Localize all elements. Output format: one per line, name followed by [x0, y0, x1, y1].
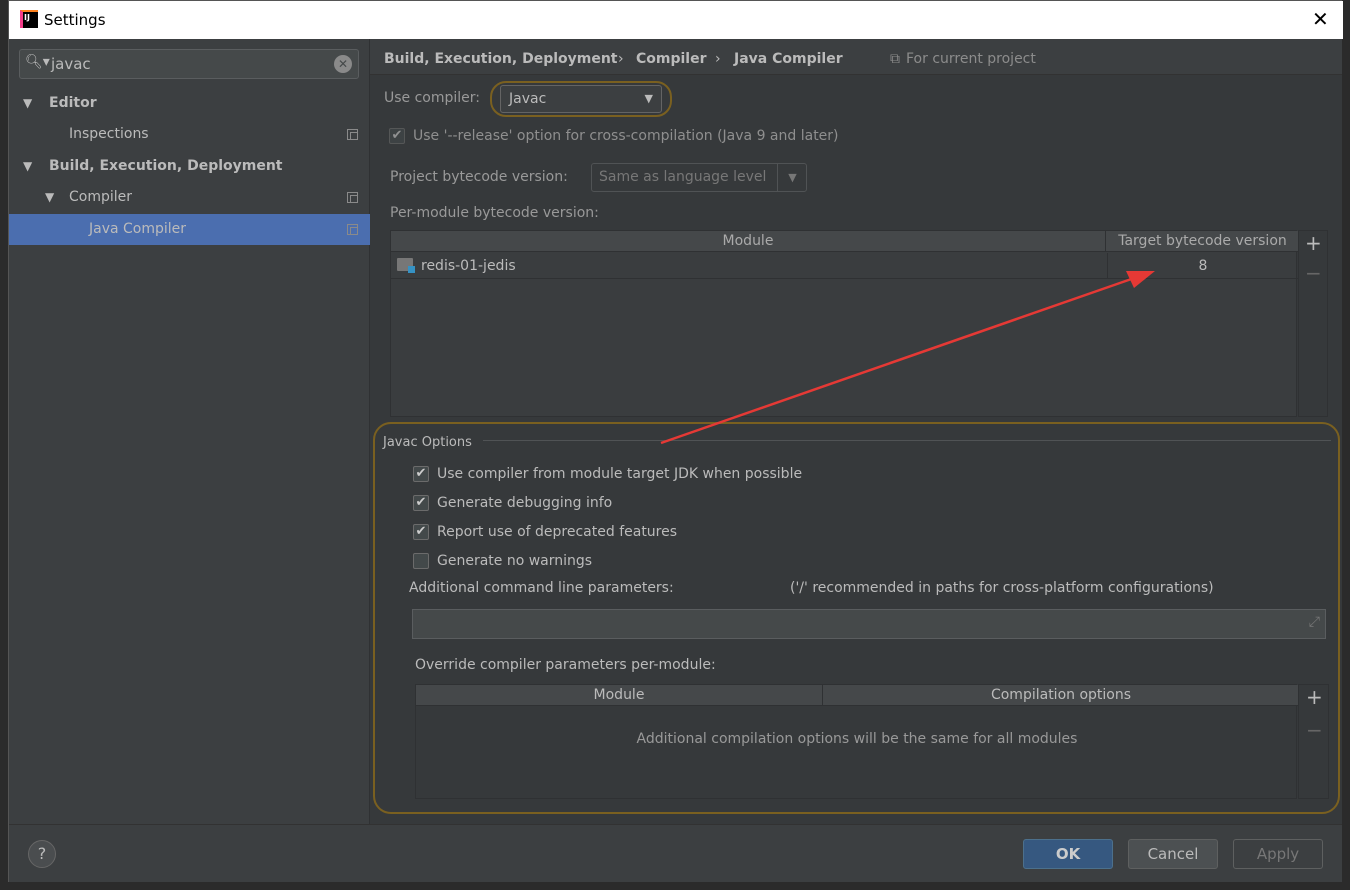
- tree-item-build[interactable]: ▼ Build, Execution, Deployment: [9, 151, 370, 182]
- tree-item-compiler[interactable]: ▼ Compiler: [9, 182, 370, 213]
- tree-label: Editor: [49, 95, 97, 111]
- content-panel: Build, Execution, Deployment › Compiler …: [370, 39, 1342, 824]
- project-scope-icon: [347, 192, 358, 203]
- window-title: Settings: [44, 11, 106, 29]
- search-input[interactable]: 🔍︎▾ javac ✕: [19, 49, 359, 79]
- project-scope-icon: [347, 224, 358, 235]
- close-icon[interactable]: ✕: [1312, 7, 1329, 31]
- intellij-logo-icon: IJ: [20, 10, 38, 28]
- dialog-footer: ? OK Cancel Apply: [9, 824, 1342, 882]
- tree-label: Java Compiler: [89, 221, 187, 237]
- settings-window: IJ Settings ✕ 🔍︎▾ javac ✕ ▼ Editor Inspec…: [8, 0, 1343, 882]
- clear-search-icon[interactable]: ✕: [334, 55, 352, 73]
- red-arrow-annotation: [660, 271, 1155, 445]
- tree-label: Inspections: [69, 126, 149, 142]
- ok-button[interactable]: OK: [1023, 839, 1113, 869]
- help-button[interactable]: ?: [28, 840, 56, 868]
- cancel-button[interactable]: Cancel: [1128, 839, 1218, 869]
- tree-item-editor[interactable]: ▼ Editor: [9, 88, 370, 119]
- apply-button[interactable]: Apply: [1233, 839, 1323, 869]
- title-bar: IJ Settings ✕: [9, 1, 1343, 39]
- search-value: javac: [51, 55, 91, 73]
- tree-label: Compiler: [69, 189, 133, 205]
- tree-item-inspections[interactable]: Inspections: [9, 119, 370, 150]
- expand-arrow-icon[interactable]: ▼: [23, 151, 32, 182]
- tree-label: Build, Execution, Deployment: [49, 158, 283, 174]
- search-icon[interactable]: 🔍︎▾: [25, 54, 50, 70]
- expand-arrow-icon[interactable]: ▼: [45, 182, 54, 213]
- expand-arrow-icon[interactable]: ▼: [23, 88, 32, 119]
- tree-item-java-compiler[interactable]: Java Compiler: [9, 214, 370, 245]
- sidebar: 🔍︎▾ javac ✕ ▼ Editor Inspections ▼ Build, …: [9, 39, 370, 824]
- project-scope-icon: [347, 129, 358, 140]
